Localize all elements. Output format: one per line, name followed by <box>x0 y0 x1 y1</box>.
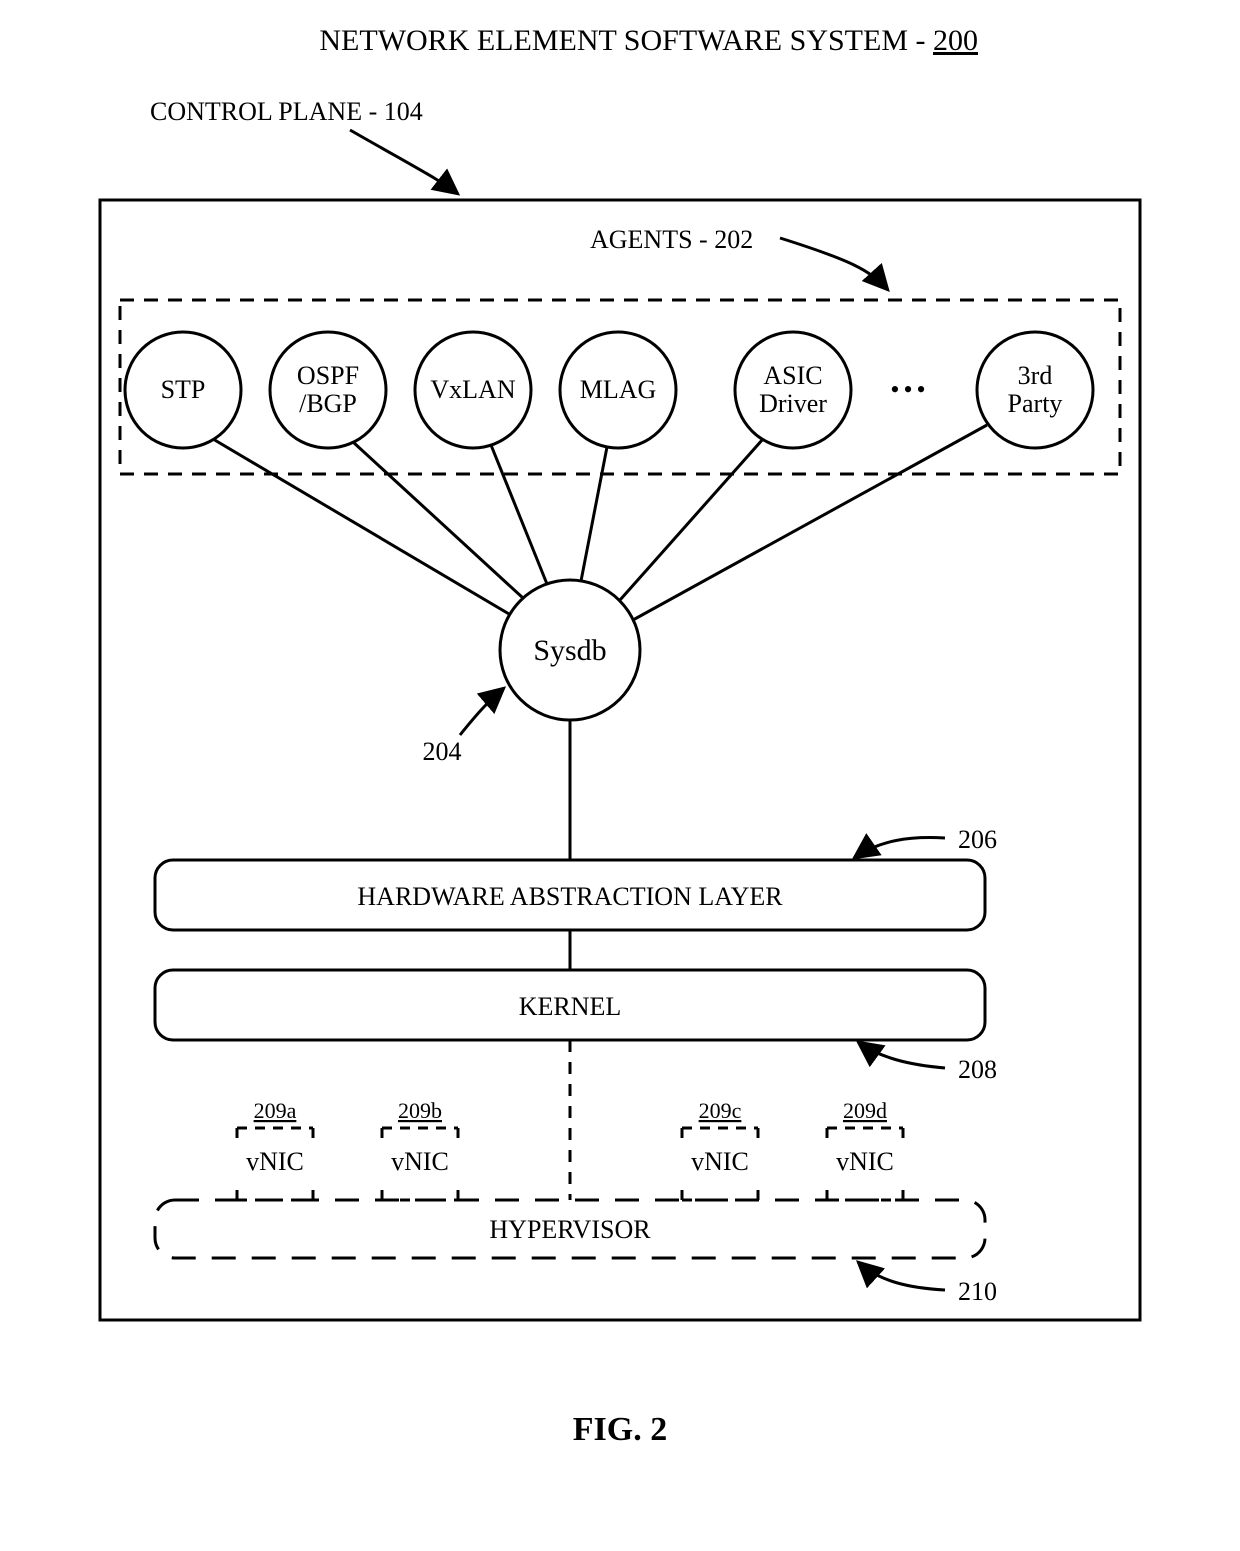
sysdb-node: Sysdb <box>500 580 640 720</box>
page-title: NETWORK ELEMENT SOFTWARE SYSTEM - 200 <box>319 24 978 57</box>
agents-ellipsis: ••• <box>890 375 929 404</box>
svg-text:209d: 209d <box>843 1098 887 1123</box>
sysdb-ref: 204 <box>423 737 462 766</box>
svg-text:HARDWARE ABSTRACTION LAYER: HARDWARE ABSTRACTION LAYER <box>357 882 783 911</box>
figure-caption: FIG. 2 <box>573 1411 667 1448</box>
svg-text:OSPF: OSPF <box>297 361 359 390</box>
svg-text:209b: 209b <box>398 1098 442 1123</box>
svg-text:vNIC: vNIC <box>391 1147 449 1176</box>
agent-mlag: MLAG <box>560 332 676 448</box>
svg-text:KERNEL: KERNEL <box>519 992 622 1021</box>
vnic-b: 209b vNIC <box>382 1098 458 1200</box>
hal-box: HARDWARE ABSTRACTION LAYER <box>155 860 985 930</box>
control-plane-label: CONTROL PLANE - 104 <box>150 97 423 126</box>
hypervisor-box: HYPERVISOR <box>155 1200 985 1258</box>
svg-text:Driver: Driver <box>759 389 827 418</box>
sysdb-ref-arrow <box>460 688 504 735</box>
svg-text:HYPERVISOR: HYPERVISOR <box>489 1215 651 1244</box>
svg-text:/BGP: /BGP <box>299 389 357 418</box>
vnic-a: 209a vNIC <box>237 1098 313 1200</box>
vnic-d: 209d vNIC <box>827 1098 903 1200</box>
svg-text:vNIC: vNIC <box>691 1147 749 1176</box>
diagram-svg: NETWORK ELEMENT SOFTWARE SYSTEM - 200 CO… <box>0 0 1240 1551</box>
svg-text:STP: STP <box>161 375 206 404</box>
hal-ref-arrow <box>854 838 945 858</box>
agents-label: AGENTS - 202 <box>590 225 753 254</box>
kernel-box: KERNEL <box>155 970 985 1040</box>
agent-3rd-party: 3rd Party <box>977 332 1093 448</box>
agent-stp: STP <box>125 332 241 448</box>
svg-text:209a: 209a <box>254 1098 297 1123</box>
control-plane-arrow <box>350 130 458 194</box>
agent-ospf-bgp: OSPF /BGP <box>270 332 386 448</box>
svg-text:VxLAN: VxLAN <box>430 375 515 404</box>
svg-text:ASIC: ASIC <box>763 361 822 390</box>
svg-text:MLAG: MLAG <box>580 375 657 404</box>
hypervisor-ref: 210 <box>958 1277 997 1306</box>
vnic-c: 209c vNIC <box>682 1098 758 1200</box>
hypervisor-ref-arrow <box>858 1262 945 1290</box>
svg-text:Sysdb: Sysdb <box>533 634 606 667</box>
hal-ref: 206 <box>958 825 997 854</box>
svg-text:209c: 209c <box>699 1098 742 1123</box>
svg-text:vNIC: vNIC <box>836 1147 894 1176</box>
svg-text:vNIC: vNIC <box>246 1147 304 1176</box>
agent-vxlan: VxLAN <box>415 332 531 448</box>
kernel-ref-arrow <box>858 1042 945 1068</box>
agents-arrow <box>780 238 888 290</box>
svg-text:Party: Party <box>1008 389 1063 418</box>
svg-text:3rd: 3rd <box>1018 361 1053 390</box>
kernel-ref: 208 <box>958 1055 997 1084</box>
agent-asic-driver: ASIC Driver <box>735 332 851 448</box>
